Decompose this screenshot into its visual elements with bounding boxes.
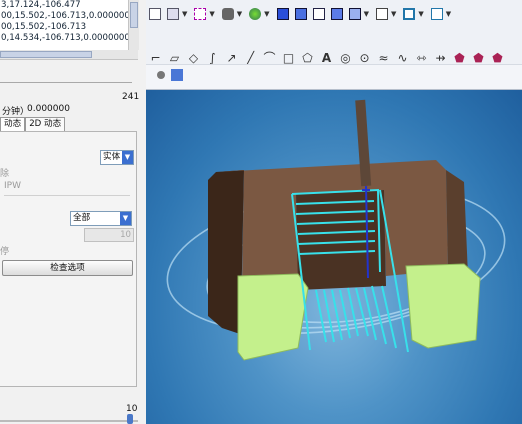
time-value: 0.000000 xyxy=(27,104,70,114)
toolbar-area: ▼ ▼ ▼ ▼ ▼ ▼ ▼ ▼ ⌐ ▱ ◇ ∫ ↗ ╱ ⌒ □ ⬠ A ◎ ⊙ … xyxy=(146,0,522,90)
chevron-down-icon[interactable]: ▼ xyxy=(182,10,187,18)
display-mode-value: 实体 xyxy=(103,152,121,162)
gcode-vertical-scrollbar[interactable] xyxy=(128,0,139,50)
cube-icon[interactable] xyxy=(330,8,343,20)
cube-icon[interactable] xyxy=(171,69,183,81)
filter-icon[interactable] xyxy=(157,71,165,79)
simulation-panel: 3,17.124,-106.477 00,15.502,-106.713,0.0… xyxy=(0,0,147,424)
time-label: 分钟） xyxy=(2,107,30,117)
gcode-line[interactable]: 0,14.534,-106.713,0.0000000,-( xyxy=(0,33,138,44)
scope-select[interactable]: 全部 ▼ xyxy=(70,211,132,226)
tab-2d-animation[interactable]: 2D 动态 xyxy=(25,117,66,131)
move2-icon[interactable] xyxy=(430,8,443,20)
stop-label: 停 xyxy=(0,247,10,257)
divider xyxy=(0,82,132,83)
step-field[interactable]: 10 xyxy=(84,228,134,242)
clamp-right xyxy=(405,263,481,349)
arrow-icon[interactable] xyxy=(149,8,161,20)
cube-icon[interactable] xyxy=(294,8,307,20)
cube-icon[interactable] xyxy=(276,8,289,20)
clamp-left xyxy=(237,273,309,361)
gcode-line[interactable]: 00,15.502,-106.713,0.0000000, xyxy=(0,11,138,22)
speed-slider[interactable] xyxy=(0,420,138,422)
gcode-horizontal-scrollbar[interactable] xyxy=(0,50,138,60)
chevron-down-icon[interactable]: ▼ xyxy=(122,151,133,164)
ipw-label: IPW xyxy=(4,181,21,191)
cube-icon[interactable] xyxy=(348,8,361,20)
toolbar-row-view: ▼ ▼ ▼ ▼ ▼ ▼ ▼ ▼ xyxy=(146,2,455,26)
camera-icon[interactable] xyxy=(221,8,234,20)
chevron-down-icon[interactable]: ▼ xyxy=(391,10,396,18)
animation-tabs: 动态 2D 动态 xyxy=(0,117,66,131)
move-icon[interactable] xyxy=(403,8,416,20)
chevron-down-icon[interactable]: ▼ xyxy=(364,10,369,18)
gcode-list[interactable]: 3,17.124,-106.477 00,15.502,-106.713,0.0… xyxy=(0,0,138,51)
tab-animation[interactable]: 动态 xyxy=(0,117,26,131)
gcode-line[interactable]: 00,15.502,-106.713 xyxy=(0,22,138,33)
scroll-thumb[interactable] xyxy=(0,51,92,58)
speed-value: 10 xyxy=(126,404,138,414)
divider xyxy=(4,195,130,196)
chevron-down-icon[interactable]: ▼ xyxy=(237,10,242,18)
animation-panel xyxy=(0,131,137,387)
speed-slider-handle[interactable] xyxy=(127,414,133,424)
counter-value: 241 xyxy=(122,92,140,102)
sphere-icon[interactable] xyxy=(249,8,262,20)
chevron-down-icon[interactable]: ▼ xyxy=(264,10,269,18)
chevron-down-icon[interactable]: ▼ xyxy=(120,212,131,225)
chevron-down-icon[interactable]: ▼ xyxy=(418,10,423,18)
simulation-scene xyxy=(166,99,506,361)
check-options-button[interactable]: 检查选项 xyxy=(2,260,133,276)
square-icon[interactable] xyxy=(375,8,388,20)
display-mode-select[interactable]: 实体 ▼ xyxy=(100,150,134,165)
scope-value: 全部 xyxy=(73,213,91,223)
selection-toolbar xyxy=(146,64,522,90)
chevron-down-icon[interactable]: ▼ xyxy=(209,10,214,18)
cube-icon[interactable] xyxy=(312,8,325,20)
scroll-thumb[interactable] xyxy=(130,2,138,28)
gcode-line[interactable]: 3,17.124,-106.477 xyxy=(0,0,138,11)
graphics-viewport[interactable] xyxy=(146,90,522,424)
grid-icon[interactable] xyxy=(194,8,207,20)
chevron-down-icon[interactable]: ▼ xyxy=(446,10,451,18)
remove-label: 除 xyxy=(0,169,10,179)
workpiece-pocket xyxy=(296,190,386,290)
insert-icon[interactable] xyxy=(167,8,179,20)
